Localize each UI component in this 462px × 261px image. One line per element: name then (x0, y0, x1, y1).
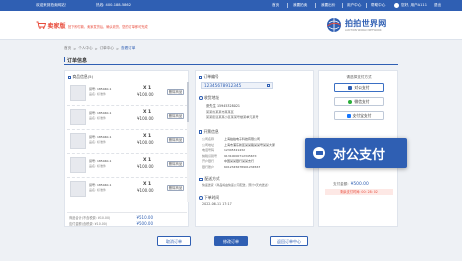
order-info-panel: 订单编号 12345678912345 收货地址 张先生 15945328021… (195, 70, 314, 227)
brand-subtitle: AUCTION WORLD NETWORK (345, 29, 382, 32)
tooltip-label: 对公支付 (333, 147, 386, 163)
user-greeting[interactable]: 您好, 用户A111 (401, 3, 427, 8)
nav-home[interactable]: 首页 (272, 3, 279, 8)
breadcrumb-current: 查看订单 (120, 46, 136, 50)
receiver-name: 张先生 15945328021 (206, 104, 241, 108)
shipping-title: 配送方式 (199, 176, 220, 182)
wechat-icon (348, 99, 353, 104)
product-thumbnail (70, 85, 86, 101)
goods-scrollbar[interactable] (187, 82, 189, 202)
delete-item-button[interactable]: 删除商品 (167, 89, 184, 95)
top-bar: 欢迎来到拍卖网站！ 热线: 400-188-5862 首页 我要拍卖 我要出价 … (0, 0, 462, 11)
order-number-label: 订单编号 (199, 74, 219, 80)
invoice-icon (199, 130, 202, 134)
payable-value: ¥500.00 (136, 221, 153, 226)
cart-icon (36, 21, 46, 29)
card-icon (348, 85, 353, 90)
hotline-text: 热线: 400-188-5862 (96, 3, 131, 7)
order-number-box: 12345678912345 (201, 82, 273, 89)
order-time-title: 下单时间 (199, 195, 219, 201)
subtotal-value: ¥510.00 (136, 215, 153, 220)
goods-header: 商品信息(5) (68, 74, 93, 80)
invoice-title: 开票信息 (199, 129, 219, 135)
item-qty: X 1 (143, 86, 152, 91)
corporate-pay-option[interactable]: 对公支付 (334, 83, 384, 92)
clock-icon (199, 196, 203, 200)
breadcrumb-personal-center[interactable]: 个人中心 (78, 46, 92, 51)
list-item: 货号: 185040-1 品名: 标准件 X 1 ¥100.00 删除商品 (67, 178, 188, 202)
shipping-text: 快递送货（商品将由快递公司配送，预计3天内送达） (202, 183, 271, 187)
logout-link[interactable]: 退出 (434, 3, 441, 8)
breadcrumb: 首页 > 个人中心 > 订单中心 > 查看订单 (64, 46, 136, 51)
item-qty: X 1 (143, 134, 152, 139)
corporate-pay-tooltip: 对公支付 (305, 138, 407, 168)
item-price: ¥100.00 (137, 116, 154, 121)
truck-icon (199, 177, 203, 181)
alipay-icon (346, 113, 351, 118)
receiver-title: 收货地址 (199, 95, 219, 101)
alipay-option[interactable]: 支付宝支付 (334, 111, 384, 120)
item-price: ¥100.00 (137, 92, 154, 97)
nav-user-center[interactable]: 用户中心 (347, 3, 361, 8)
countdown-badge: 剩余支付时间: 00: 28: 02 (325, 189, 393, 195)
globe-icon (327, 18, 341, 32)
item-price: ¥100.00 (137, 164, 154, 169)
product-thumbnail (70, 157, 86, 173)
goods-panel: 商品信息(5) 货号: 185040-1 品名: 标准件 X 1 ¥100.00… (64, 70, 189, 227)
pay-amount: ¥500.00 (350, 182, 369, 187)
document-icon (199, 75, 202, 79)
item-qty: X 1 (143, 110, 152, 115)
logo-text: 卖家版 (47, 22, 66, 30)
site-header: 卖家版 拍下即付款，卖家发货后，确认收货，您的订单即可完成 拍拍世界网 AUCT… (0, 11, 462, 40)
page-title: 订单信息 (67, 57, 88, 64)
nav-bid[interactable]: 我要出价 (321, 3, 335, 8)
invoice-table: 公司名称 上海拍拍电子科技有限公司 公司地址 上海市浦东新区某某路某某号某某大厦… (202, 137, 276, 169)
seller-logo[interactable]: 卖家版 (36, 20, 66, 30)
receiver-address-2: 某某街道某某小区某某号楼某单元某号 (206, 115, 259, 119)
breadcrumb-home[interactable]: 首页 (64, 46, 71, 51)
brand-name: 拍拍世界网 (345, 19, 387, 28)
header-slogan: 拍下即付款，卖家发货后，确认收货，您的订单即可完成 (68, 25, 148, 29)
pay-amount-row: 支付金额: ¥500.00 (333, 182, 369, 187)
welcome-text: 欢迎来到拍卖网站！ (36, 3, 69, 7)
box-icon (68, 75, 71, 79)
goods-list: 货号: 185040-1 品名: 标准件 X 1 ¥100.00 删除商品 货号… (67, 82, 188, 202)
brand-logo[interactable]: 拍拍世界网 AUCTION WORLD NETWORK (326, 17, 387, 33)
item-price: ¥100.00 (137, 140, 154, 145)
delete-item-button[interactable]: 删除商品 (167, 161, 184, 167)
product-thumbnail (70, 109, 86, 125)
cancel-order-button[interactable]: 取消订单 (157, 236, 191, 246)
page-title-bar: 订单信息 (64, 55, 398, 65)
order-time: 2022-06-11 17:17 (202, 202, 232, 206)
copy-icon[interactable] (267, 84, 270, 87)
avatar (394, 3, 399, 8)
order-number: 12345678912345 (204, 83, 242, 88)
product-thumbnail (70, 181, 86, 197)
item-qty: X 1 (143, 158, 152, 163)
modify-order-button[interactable]: 修改订单 (214, 236, 248, 246)
item-qty: X 1 (143, 182, 152, 187)
item-price: ¥100.00 (137, 188, 154, 193)
nav-sell[interactable]: 我要拍卖 (293, 3, 307, 8)
list-item: 货号: 185040-1 品名: 标准件 X 1 ¥100.00 删除商品 (67, 82, 188, 106)
breadcrumb-order-center[interactable]: 订单中心 (100, 46, 114, 51)
payment-title: 请选择支付方式 (346, 75, 372, 79)
delete-item-button[interactable]: 删除商品 (167, 185, 184, 191)
back-to-order-center-button[interactable]: 返回订单中心 (270, 236, 308, 246)
delete-item-button[interactable]: 删除商品 (167, 113, 184, 119)
list-item: 货号: 185040-1 品名: 标准件 X 1 ¥100.00 删除商品 (67, 130, 188, 154)
card-icon (313, 147, 325, 159)
goods-summary: 商品合计(不含税费: ¥10.00) ¥510.00 应付金额(含税费: ¥10… (67, 212, 187, 227)
location-icon (199, 96, 203, 100)
wechat-pay-option[interactable]: 微信支付 (334, 97, 384, 106)
list-item: 货号: 185040-1 品名: 标准件 X 1 ¥100.00 删除商品 (67, 106, 188, 130)
delete-item-button[interactable]: 删除商品 (167, 137, 184, 143)
nav-help[interactable]: 帮助中心 (371, 3, 385, 8)
list-item: 货号: 185040-1 品名: 标准件 X 1 ¥100.00 删除商品 (67, 154, 188, 178)
product-thumbnail (70, 133, 86, 149)
